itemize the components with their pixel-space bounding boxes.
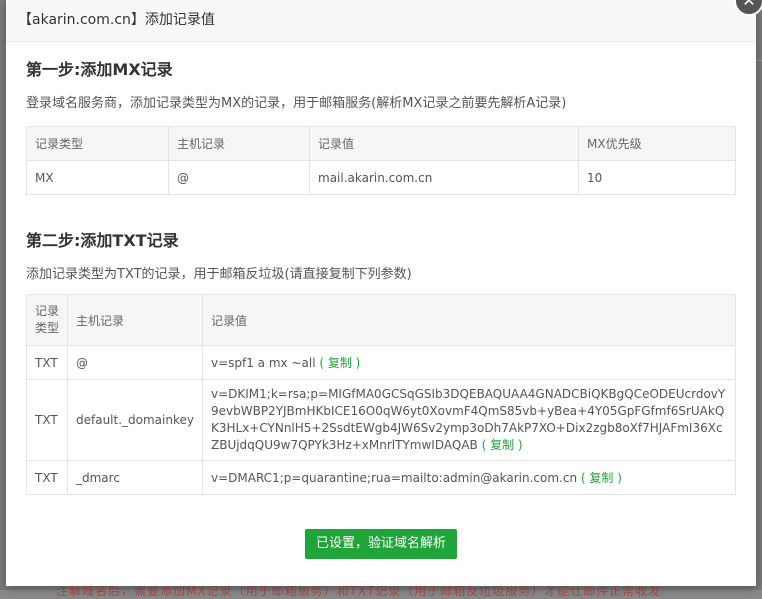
txt-value-cell: v=spf1 a mx ~all ( 复制 ) — [201, 345, 737, 380]
dialog-content: 第一步:添加MX记录 登录域名服务商，添加记录类型为MX的记录，用于邮箱服务(解… — [26, 56, 737, 559]
col-header-type: 记录类型 — [26, 294, 68, 346]
table-row: TXT @ v=spf1 a mx ~all ( 复制 ) — [26, 345, 737, 380]
txt-value-cell: v=DKIM1;k=rsa;p=MIGfMA0GCSqGSIb3DQEBAQUA… — [201, 379, 737, 461]
txt-value: v=DMARC1;p=quarantine;rua=mailto:admin@a… — [210, 471, 578, 485]
txt-value-cell: v=DMARC1;p=quarantine;rua=mailto:admin@a… — [201, 460, 737, 495]
copy-link[interactable]: ( 复制 ) — [482, 438, 523, 452]
txt-type: TXT — [26, 460, 68, 495]
txt-type: TXT — [26, 345, 68, 380]
copy-link[interactable]: ( 复制 ) — [319, 356, 360, 370]
col-header-value: 记录值 — [201, 294, 737, 346]
add-record-dialog: 【akarin.com.cn】添加记录值 ✕ 第一步:添加MX记录 登录域名服务… — [6, 0, 762, 586]
col-header-value: 记录值 — [309, 126, 579, 161]
mx-record-table: 记录类型 主机记录 记录值 MX优先级 MX @ mail.akarin.com… — [26, 126, 736, 195]
txt-value: v=DKIM1;k=rsa;p=MIGfMA0GCSqGSIb3DQEBAQUA… — [210, 387, 726, 452]
txt-type: TXT — [26, 379, 68, 461]
col-header-host: 主机记录 — [168, 126, 310, 161]
txt-host: default._domainkey — [67, 379, 203, 461]
table-row: MX @ mail.akarin.com.cn 10 — [26, 160, 736, 195]
txt-section-desc: 添加记录类型为TXT的记录，用于邮箱反垃圾(请直接复制下列参数) — [26, 267, 412, 282]
txt-record-table: 记录类型 主机记录 记录值 TXT @ v=spf1 a mx ~all ( 复… — [26, 294, 737, 495]
mx-value: mail.akarin.com.cn — [309, 160, 579, 195]
txt-value: v=spf1 a mx ~all — [210, 356, 316, 370]
col-header-priority: MX优先级 — [578, 126, 736, 161]
txt-host: _dmarc — [67, 460, 203, 495]
table-row: TXT _dmarc v=DMARC1;p=quarantine;rua=mai… — [26, 460, 737, 495]
button-row: 已设置，验证域名解析 — [26, 529, 736, 559]
table-row: TXT default._domainkey v=DKIM1;k=rsa;p=M… — [26, 379, 737, 461]
col-header-type: 记录类型 — [26, 126, 169, 161]
dialog-title: 【akarin.com.cn】添加记录值 — [6, 0, 756, 42]
txt-section-title: 第二步:添加TXT记录 — [26, 231, 179, 250]
mx-section-desc: 登录域名服务商，添加记录类型为MX的记录，用于邮箱服务(解析MX记录之前要先解析… — [26, 96, 567, 111]
mx-section-title: 第一步:添加MX记录 — [26, 60, 173, 79]
copy-link[interactable]: ( 复制 ) — [581, 471, 622, 485]
mx-priority: 10 — [578, 160, 736, 195]
col-header-host: 主机记录 — [67, 294, 203, 346]
mx-host: @ — [168, 160, 310, 195]
background-divider — [756, 60, 762, 91]
txt-section: 第二步:添加TXT记录 添加记录类型为TXT的记录，用于邮箱反垃圾(请直接复制下… — [26, 227, 737, 495]
verify-dns-button[interactable]: 已设置，验证域名解析 — [304, 529, 457, 559]
table-header-row: 记录类型 主机记录 记录值 — [26, 294, 737, 346]
txt-host: @ — [67, 345, 203, 380]
mx-type: MX — [26, 160, 169, 195]
table-header-row: 记录类型 主机记录 记录值 MX优先级 — [26, 126, 736, 161]
